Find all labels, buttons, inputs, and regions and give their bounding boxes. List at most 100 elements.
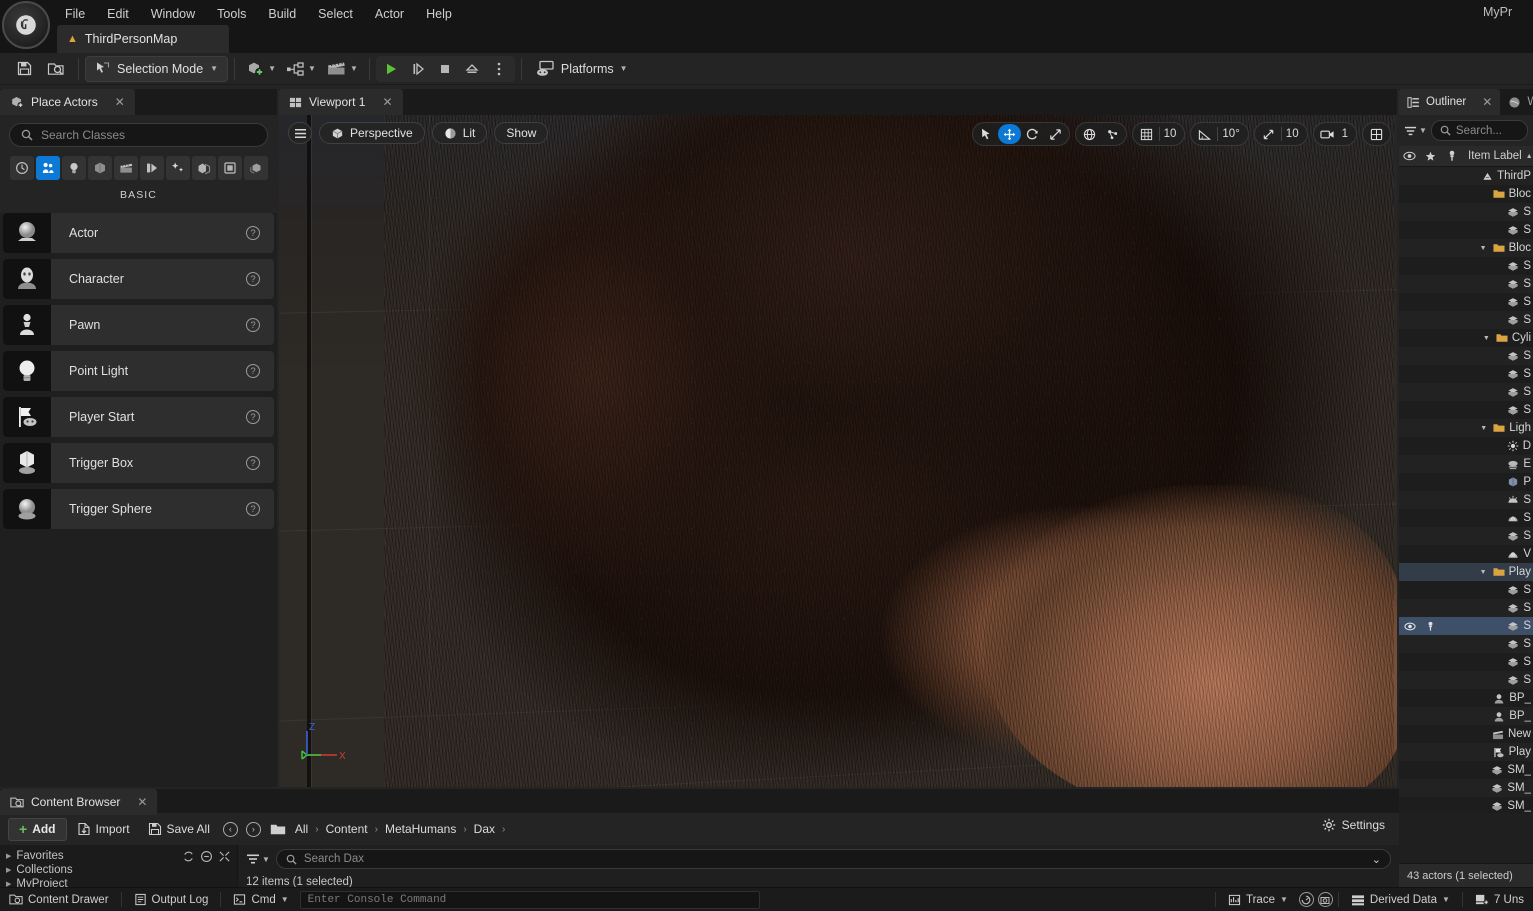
close-icon[interactable]: ✕ xyxy=(137,795,147,809)
surface-snap-button[interactable] xyxy=(1101,124,1124,144)
help-icon[interactable]: ? xyxy=(246,502,260,516)
menu-item-actor[interactable]: Actor xyxy=(364,2,415,26)
play-options-button[interactable] xyxy=(486,57,513,81)
cinematics-dropdown[interactable]: ▼ xyxy=(321,56,363,82)
help-icon[interactable]: ? xyxy=(246,272,260,286)
close-icon[interactable]: ✕ xyxy=(382,95,392,109)
show-menu-dropdown[interactable]: Show xyxy=(494,122,548,144)
scale-tool-button[interactable] xyxy=(1044,124,1067,144)
view-mode-dropdown[interactable]: Lit xyxy=(432,122,488,144)
world-coordinate-button[interactable] xyxy=(1078,124,1101,144)
step-button[interactable] xyxy=(405,57,432,81)
outliner-row[interactable]: ▼Play xyxy=(1399,563,1533,581)
outliner-row[interactable]: D xyxy=(1399,437,1533,455)
grid-snap-value[interactable]: 10 xyxy=(1161,124,1183,144)
pin-icon[interactable] xyxy=(1441,150,1462,162)
select-tool-button[interactable] xyxy=(975,124,998,144)
content-browser-search-input[interactable]: Search Dax ⌄ xyxy=(276,849,1391,869)
actor-item-trigger-sphere[interactable]: Trigger Sphere ? xyxy=(3,489,274,529)
source-control-button[interactable]: 7 Uns xyxy=(1466,889,1533,911)
platforms-dropdown[interactable]: Platforms ▼ xyxy=(528,56,636,82)
outliner-row[interactable]: ▼Ligh xyxy=(1399,419,1533,437)
expand-icon[interactable] xyxy=(218,850,231,863)
outliner-row[interactable]: S xyxy=(1399,311,1533,329)
viewport-3d-canvas[interactable]: Perspective Lit Show xyxy=(279,115,1397,787)
scale-snap-value[interactable]: 10 xyxy=(1283,124,1305,144)
eye-icon[interactable] xyxy=(1399,622,1420,631)
stop-button[interactable] xyxy=(432,57,459,81)
content-drawer-button[interactable]: Content Drawer xyxy=(0,889,118,911)
tab-content-browser[interactable]: Content Browser ✕ xyxy=(0,789,157,815)
outliner-row[interactable]: ▼Bloc xyxy=(1399,239,1533,257)
snapshot-icon[interactable] xyxy=(1318,892,1333,907)
category-basic[interactable] xyxy=(36,156,60,180)
outliner-row[interactable]: S xyxy=(1399,581,1533,599)
viewport-menu-button[interactable] xyxy=(288,122,312,144)
help-icon[interactable]: ? xyxy=(246,410,260,424)
camera-speed-value[interactable]: 1 xyxy=(1339,124,1354,144)
outliner-row[interactable]: S xyxy=(1399,221,1533,239)
sync-icon[interactable] xyxy=(182,850,195,863)
tab-outliner[interactable]: Outliner ✕ xyxy=(1399,89,1500,115)
outliner-row[interactable]: S xyxy=(1399,347,1533,365)
category-all-classes[interactable] xyxy=(244,156,268,180)
star-icon[interactable] xyxy=(1420,151,1441,162)
chevron-down-icon[interactable]: ▼ xyxy=(1480,569,1489,576)
close-icon[interactable]: ✕ xyxy=(115,95,125,109)
actor-item-trigger-box[interactable]: Trigger Box ? xyxy=(3,443,274,483)
search-classes-input[interactable]: Search Classes xyxy=(9,123,268,147)
breadcrumb-content[interactable]: Content xyxy=(321,822,373,836)
breadcrumb-metahumans[interactable]: MetaHumans xyxy=(380,822,461,836)
menu-item-file[interactable]: File xyxy=(54,2,96,26)
eject-button[interactable] xyxy=(459,57,486,81)
angle-snap-value[interactable]: 10° xyxy=(1219,124,1245,144)
outliner-tree[interactable]: ThirdPBlocSS▼BlocSSSS▼CyliSSSS▼LighDEPSS… xyxy=(1399,167,1533,813)
chevron-down-icon[interactable]: ▼ xyxy=(1480,245,1489,252)
outliner-column-item-label[interactable]: Item Label ▲ xyxy=(1462,150,1533,162)
breadcrumb-all[interactable]: All xyxy=(290,822,313,836)
save-button[interactable] xyxy=(9,56,39,82)
close-icon[interactable]: ✕ xyxy=(1482,95,1492,109)
category-shapes[interactable] xyxy=(88,156,112,180)
add-actor-dropdown[interactable]: ▼ xyxy=(241,56,281,82)
blueprints-dropdown[interactable]: ▼ xyxy=(281,56,321,82)
output-log-button[interactable]: Output Log xyxy=(125,889,218,911)
derived-data-dropdown[interactable]: Derived Data ▼ xyxy=(1342,889,1459,911)
trace-dropdown[interactable]: Trace ▼ xyxy=(1219,889,1297,911)
help-icon[interactable]: ? xyxy=(246,456,260,470)
menu-item-tools[interactable]: Tools xyxy=(206,2,257,26)
add-content-button[interactable]: + Add xyxy=(8,818,67,841)
menu-item-window[interactable]: Window xyxy=(140,2,206,26)
outliner-row[interactable]: S xyxy=(1399,671,1533,689)
outliner-row[interactable]: S xyxy=(1399,365,1533,383)
angle-snap-toggle[interactable] xyxy=(1193,124,1216,144)
outliner-row[interactable]: E xyxy=(1399,455,1533,473)
source-item-myproject[interactable]: ▶ MyProject xyxy=(6,877,231,887)
rotate-tool-button[interactable] xyxy=(1021,124,1044,144)
outliner-row[interactable]: New xyxy=(1399,725,1533,743)
outliner-row[interactable]: S xyxy=(1399,257,1533,275)
pin-icon[interactable] xyxy=(1420,621,1441,632)
tab-world-settings[interactable]: W xyxy=(1500,89,1533,115)
outliner-row[interactable]: S xyxy=(1399,293,1533,311)
import-button[interactable]: Import xyxy=(69,818,138,841)
save-all-button[interactable]: Save All xyxy=(140,818,218,841)
actor-item-character[interactable]: Character ? xyxy=(3,259,274,299)
outliner-row[interactable]: BP_ xyxy=(1399,689,1533,707)
outliner-row[interactable]: S xyxy=(1399,203,1533,221)
outliner-row[interactable]: BP_ xyxy=(1399,707,1533,725)
cmd-dropdown[interactable]: Cmd ▼ xyxy=(224,889,297,911)
unreal-logo-icon[interactable] xyxy=(2,1,50,49)
chevron-down-icon[interactable]: ▼ xyxy=(1483,335,1492,342)
actor-item-pawn[interactable]: Pawn ? xyxy=(3,305,274,345)
outliner-row[interactable]: P xyxy=(1399,473,1533,491)
camera-speed-button[interactable] xyxy=(1316,124,1339,144)
play-button[interactable] xyxy=(378,57,405,81)
category-volumes[interactable] xyxy=(218,156,242,180)
outliner-row[interactable]: Bloc xyxy=(1399,185,1533,203)
back-button[interactable]: ‹ xyxy=(223,822,238,837)
selection-mode-button[interactable]: Selection Mode ▼ xyxy=(85,56,228,82)
tab-place-actors[interactable]: Place Actors ✕ xyxy=(0,89,135,115)
outliner-row[interactable]: S xyxy=(1399,491,1533,509)
scale-snap-toggle[interactable] xyxy=(1257,124,1280,144)
